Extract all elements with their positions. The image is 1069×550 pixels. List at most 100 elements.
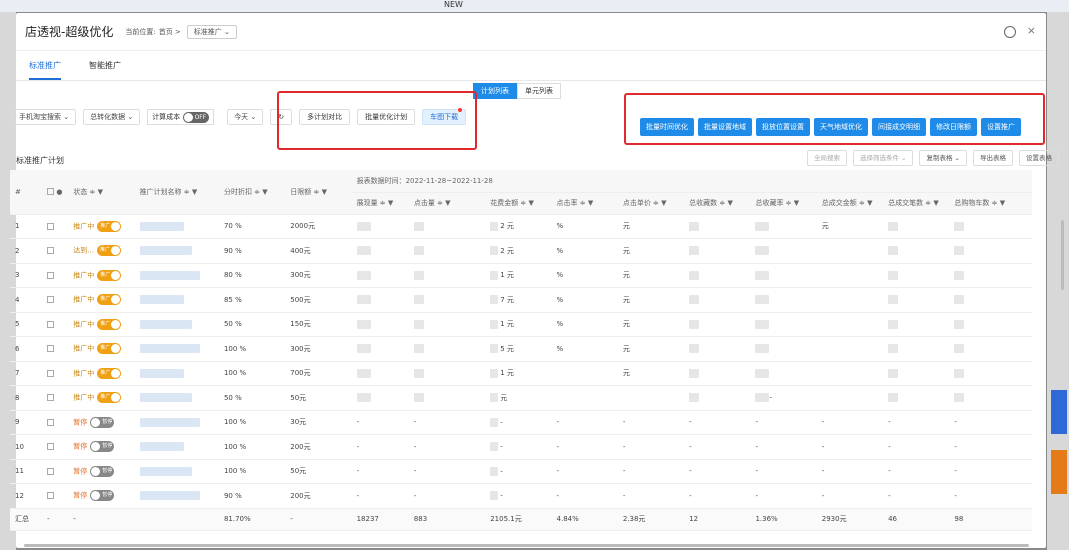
- row-checkbox[interactable]: [47, 271, 55, 279]
- table-row[interactable]: 6 推广中 推广 100 % 300元 5 元% 元: [10, 336, 1032, 362]
- col-header[interactable]: 推广计划名称 ≑ ▼: [134, 170, 219, 215]
- totals-row: 汇总 - -81.70% -18237 883 2105.1元 4.84% 2.38元 12 1.…: [10, 508, 1032, 531]
- row-checkbox[interactable]: [47, 492, 55, 500]
- device-select[interactable]: 手机淘宝搜索 ⌄: [12, 109, 77, 125]
- table-row[interactable]: 10 暂停 暂停 100 % 200元 - - - - - - - - - -: [10, 434, 1032, 460]
- tab-smart[interactable]: 智能推广: [89, 60, 121, 80]
- carts-redacted: [954, 368, 965, 378]
- row-checkbox[interactable]: [47, 443, 55, 451]
- status-toggle[interactable]: 暂停: [90, 416, 115, 428]
- status-toggle[interactable]: 推广: [97, 220, 122, 232]
- col-header[interactable]: 总成交笔数 ≑ ▼: [883, 192, 950, 215]
- select-all-checkbox[interactable]: ●: [42, 170, 69, 215]
- close-icon[interactable]: ×: [1027, 24, 1036, 37]
- daily-limit-value: 2000元: [290, 222, 316, 231]
- carts-value: -: [954, 467, 957, 476]
- headset-icon[interactable]: [1004, 26, 1016, 38]
- status-toggle[interactable]: 推广: [97, 269, 122, 281]
- breadcrumb-home[interactable]: 首页 >: [159, 27, 181, 37]
- row-checkbox[interactable]: [47, 345, 55, 353]
- status-toggle[interactable]: 推广: [97, 392, 122, 404]
- table-row[interactable]: 3 推广中 推广 80 % 300元 1 元% 元: [10, 263, 1032, 288]
- col-header[interactable]: 总成交金额 ≑ ▼: [816, 192, 884, 215]
- status-toggle[interactable]: 暂停: [90, 441, 115, 453]
- col-header[interactable]: 展现量 ≑ ▼: [351, 192, 409, 215]
- global-search-input[interactable]: 全局搜索: [806, 150, 847, 166]
- plan-name-redacted[interactable]: [139, 417, 200, 427]
- unit-list-button[interactable]: 单元列表: [517, 83, 561, 99]
- row-checkbox[interactable]: [47, 222, 55, 230]
- plan-name-redacted[interactable]: [139, 368, 184, 378]
- col-header[interactable]: 总收藏率 ≑ ▼: [750, 192, 817, 215]
- table-row[interactable]: 4 推广中 推广 85 % 500元 7 元% 元: [10, 287, 1032, 313]
- table-row[interactable]: 12 暂停 暂停 90 % 200元 - - - - - - - - - -: [10, 483, 1032, 509]
- row-number: 11: [15, 467, 24, 476]
- plan-name-redacted[interactable]: [139, 246, 192, 256]
- row-checkbox[interactable]: [47, 320, 55, 328]
- orders-redacted: [888, 319, 899, 329]
- row-checkbox[interactable]: [47, 247, 55, 255]
- col-header[interactable]: 点击量 ≑ ▼: [408, 192, 486, 215]
- col-header[interactable]: 状态 ≑ ▼: [68, 170, 135, 215]
- plan-name-redacted[interactable]: [139, 295, 184, 305]
- table-row[interactable]: 2 达到... 推广 90 % 400元 2 元% 元: [10, 238, 1032, 264]
- table-row[interactable]: 1 推广中 推广 70 % 2000元 2 元% 元 元: [10, 214, 1032, 239]
- cost-switch[interactable]: OFF: [183, 111, 210, 123]
- table-row[interactable]: 7 推广中 推广 100 % 700元 1 元 元: [10, 361, 1032, 386]
- col-header[interactable]: 点击单价 ≑ ▼: [617, 192, 685, 215]
- row-checkbox[interactable]: [47, 418, 55, 426]
- row-checkbox[interactable]: [47, 467, 55, 475]
- status-toggle[interactable]: 暂停: [90, 490, 115, 502]
- plan-list-button[interactable]: 计划列表: [473, 83, 517, 99]
- cpc-value: 元: [622, 344, 630, 353]
- clicks-redacted: [413, 344, 424, 354]
- status-toggle[interactable]: 推广: [97, 343, 122, 355]
- copy-table-select[interactable]: 复制表格 ⌄: [919, 150, 967, 166]
- row-checkbox[interactable]: [47, 394, 55, 402]
- plan-name-redacted[interactable]: [139, 491, 200, 501]
- plan-name-redacted[interactable]: [139, 442, 184, 452]
- settings-button[interactable]: 设置表格: [1019, 150, 1059, 166]
- side-tag[interactable]: [1051, 390, 1067, 434]
- col-header[interactable]: 日限额 ≑ ▼: [285, 170, 352, 215]
- col-header[interactable]: 总购物车数 ≑ ▼: [949, 192, 1032, 215]
- export-button[interactable]: 导出表格: [973, 150, 1013, 166]
- plan-name-redacted[interactable]: [139, 319, 192, 329]
- row-checkbox[interactable]: [47, 369, 55, 377]
- status-toggle[interactable]: 推广: [96, 245, 121, 257]
- table-row[interactable]: 5 推广中 推广 50 % 150元 1 元% 元: [10, 312, 1032, 337]
- side-tag-orange[interactable]: [1051, 450, 1067, 494]
- row-number: 3: [15, 271, 20, 280]
- col-header[interactable]: 总收藏数 ≑ ▼: [684, 192, 751, 215]
- background-top-bar: NEW: [0, 0, 1069, 12]
- horizontal-scrollbar[interactable]: [24, 544, 1029, 547]
- plan-table: # ● 状态 ≑ ▼ 推广计划名称 ≑ ▼ 分时折扣 ≑ ▼ 日限额 ≑ ▼ 报…: [10, 170, 1032, 531]
- table-row[interactable]: 8 推广中 推广 50 % 50元 元 -: [10, 385, 1032, 411]
- table-row[interactable]: 11 暂停 暂停 100 % 50元 - - - - - - - - - -: [10, 459, 1032, 484]
- ctr-value: %: [556, 344, 564, 353]
- row-checkbox[interactable]: [47, 296, 55, 304]
- status-toggle[interactable]: 推广: [97, 318, 122, 330]
- breadcrumb-select[interactable]: 标准推广 ⌄: [186, 24, 237, 39]
- cost-redacted: [490, 417, 499, 427]
- cost-redacted: [490, 491, 499, 501]
- col-header[interactable]: 花费金额 ≑ ▼: [485, 192, 552, 215]
- col-header[interactable]: 点击率 ≑ ▼: [551, 192, 618, 215]
- vertical-scrollbar[interactable]: [1061, 220, 1064, 290]
- filter-select[interactable]: 选择筛选条件 ⌄: [852, 150, 914, 166]
- cost-value: 5 元: [500, 344, 514, 353]
- data-type-select[interactable]: 总转化数据 ⌄: [83, 109, 141, 125]
- col-header[interactable]: 分时折扣 ≑ ▼: [218, 170, 286, 215]
- plan-name-redacted[interactable]: [139, 344, 200, 354]
- plan-name-redacted[interactable]: [139, 221, 184, 231]
- status-toggle[interactable]: 推广: [97, 294, 122, 306]
- plan-name-redacted[interactable]: [139, 270, 200, 280]
- plan-name-redacted[interactable]: [139, 393, 192, 403]
- plan-name-redacted[interactable]: [139, 466, 192, 476]
- date-select[interactable]: 今天 ⌄: [227, 109, 264, 125]
- status-toggle[interactable]: 推广: [97, 367, 122, 379]
- status-toggle[interactable]: 暂停: [90, 465, 115, 477]
- row-number: 1: [15, 222, 20, 231]
- table-row[interactable]: 9 暂停 暂停 100 % 30元 - - - - - - - - - -: [10, 410, 1032, 435]
- tab-standard[interactable]: 标准推广: [29, 60, 61, 80]
